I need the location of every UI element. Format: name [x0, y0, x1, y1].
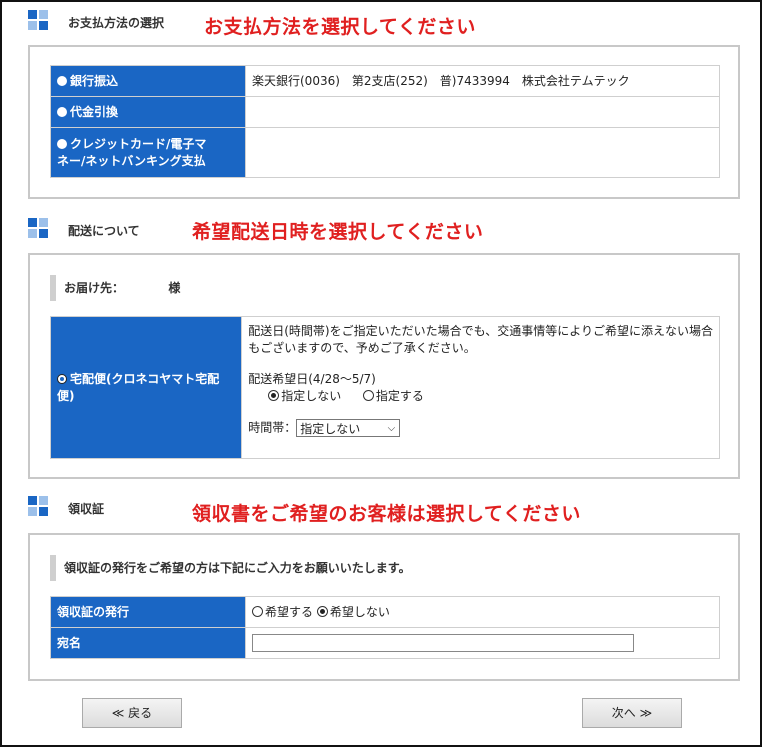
radio-button[interactable] — [57, 106, 67, 117]
table-row: クレジットカード/電子マ ネー/ネットバンキング支払 — [50, 127, 720, 178]
table-row: 代金引換 — [50, 96, 720, 128]
section-square-icon — [28, 507, 37, 516]
radio-button[interactable] — [57, 75, 67, 86]
payment-panel: 銀行振込 楽天銀行(0036) 第2支店(252) 普)7433994 株式会社… — [28, 45, 740, 199]
option-label: 代金引換 — [70, 104, 119, 119]
payment-table: 銀行振込 楽天銀行(0036) 第2支店(252) 普)7433994 株式会社… — [50, 65, 720, 178]
option-label: 銀行振込 — [70, 73, 119, 88]
option-label: クレジットカード/電子マ — [70, 136, 207, 151]
addressee-input[interactable] — [252, 634, 634, 652]
receipt-issue-label: 領収証の発行 — [50, 596, 246, 628]
delivery-date-label: 配送希望日(4/28～5/7) — [248, 372, 376, 386]
delivery-section-title: 配送について — [68, 224, 140, 238]
section-square-icon — [28, 496, 37, 505]
page-frame: お支払方法の選択 お支払方法を選択してください 銀行振込 楽天銀行(0036) … — [0, 0, 762, 747]
recipient-suffix: 様 — [168, 281, 181, 295]
payment-option-card[interactable]: クレジットカード/電子マ ネー/ネットバンキング支払 — [50, 127, 246, 178]
next-button[interactable]: 次へ ≫ — [582, 698, 682, 728]
receipt-yes-radio[interactable] — [252, 605, 263, 617]
time-select[interactable]: 指定しない ⌵ — [296, 419, 401, 437]
delivery-table: 宅配便(クロネコヤマト宅配 便) 配送日(時間帯)をご指定いただいた場合でも、交… — [49, 316, 720, 459]
receipt-no-radio[interactable] — [316, 605, 328, 617]
section-square-icon — [39, 496, 48, 505]
date-specify-label[interactable]: 指定する — [376, 389, 424, 403]
time-label: 時間帯： — [248, 420, 297, 435]
delivery-date-options: 指定しない 指定する — [248, 388, 713, 405]
table-row: 宅配便(クロネコヤマト宅配 便) 配送日(時間帯)をご指定いただいた場合でも、交… — [49, 316, 720, 459]
recipient-label: お届け先： — [64, 281, 125, 295]
addressee-label: 宛名 — [50, 627, 246, 659]
date-none-radio[interactable] — [268, 390, 280, 401]
time-select-value: 指定しない — [300, 422, 361, 436]
section-square-icon — [28, 10, 37, 19]
receipt-instruction: 領収証の発行をご希望の方は下記にご入力をお願いいたします。 — [50, 555, 411, 581]
receipt-yes-label[interactable]: 希望する — [265, 605, 313, 619]
back-button[interactable]: ≪ 戻る — [82, 698, 182, 728]
receipt-table: 領収証の発行 希望する 希望しない 宛名 — [50, 596, 720, 659]
delivery-instruction: 希望配送日時を選択してください — [192, 221, 484, 243]
section-square-icon — [39, 507, 48, 516]
cod-detail — [245, 96, 720, 128]
delivery-notice: 配送日(時間帯)をご指定いただいた場合でも、交通事情等によりご希望に添えない場合 — [248, 324, 713, 338]
radio-button[interactable] — [57, 373, 67, 384]
delivery-panel: お届け先： 様 宅配便(クロネコヤマト宅配 便) 配送日(時間帯)をご指定いただ… — [28, 253, 740, 479]
radio-button[interactable] — [57, 138, 67, 149]
table-row: 領収証の発行 希望する 希望しない — [50, 596, 720, 628]
date-none-label[interactable]: 指定しない — [281, 389, 341, 403]
delivery-method-yamato[interactable]: 宅配便(クロネコヤマト宅配 便) — [49, 316, 243, 459]
payment-option-bank[interactable]: 銀行振込 — [50, 65, 246, 97]
method-label: 宅配便(クロネコヤマト宅配 — [70, 371, 220, 386]
section-square-icon — [39, 10, 48, 19]
receipt-panel: 領収証の発行をご希望の方は下記にご入力をお願いいたします。 領収証の発行 希望す… — [28, 533, 740, 681]
delivery-detail: 配送日(時間帯)をご指定いただいた場合でも、交通事情等によりご希望に添えない場合… — [241, 316, 720, 459]
card-detail — [245, 127, 720, 178]
delivery-notice: もございますので、予めご了承ください。 — [248, 341, 476, 355]
chevron-down-icon: ⌵ — [387, 423, 396, 434]
payment-option-cod[interactable]: 代金引換 — [50, 96, 246, 128]
receipt-no-label[interactable]: 希望しない — [330, 605, 390, 619]
payment-instruction: お支払方法を選択してください — [204, 16, 476, 38]
section-square-icon — [39, 218, 48, 227]
receipt-issue-options: 希望する 希望しない — [245, 596, 720, 628]
time-row: 時間帯： 指定しない ⌵ — [248, 419, 713, 437]
section-square-icon — [39, 229, 48, 238]
option-label: ネー/ネットバンキング支払 — [57, 153, 206, 168]
bank-detail: 楽天銀行(0036) 第2支店(252) 普)7433994 株式会社テムテック — [245, 65, 720, 97]
addressee-cell — [245, 627, 720, 659]
section-square-icon — [39, 21, 48, 30]
receipt-section-title: 領収証 — [68, 502, 105, 516]
section-square-icon — [28, 21, 37, 30]
table-row: 銀行振込 楽天銀行(0036) 第2支店(252) 普)7433994 株式会社… — [50, 65, 720, 97]
section-square-icon — [28, 229, 37, 238]
receipt-instruction-heading: 領収書をご希望のお客様は選択してください — [192, 503, 581, 525]
date-specify-radio[interactable] — [362, 390, 374, 401]
table-row: 宛名 — [50, 627, 720, 659]
recipient-heading: お届け先： 様 — [50, 275, 180, 301]
method-label: 便) — [57, 388, 75, 403]
payment-section-title: お支払方法の選択 — [68, 16, 165, 30]
section-square-icon — [28, 218, 37, 227]
